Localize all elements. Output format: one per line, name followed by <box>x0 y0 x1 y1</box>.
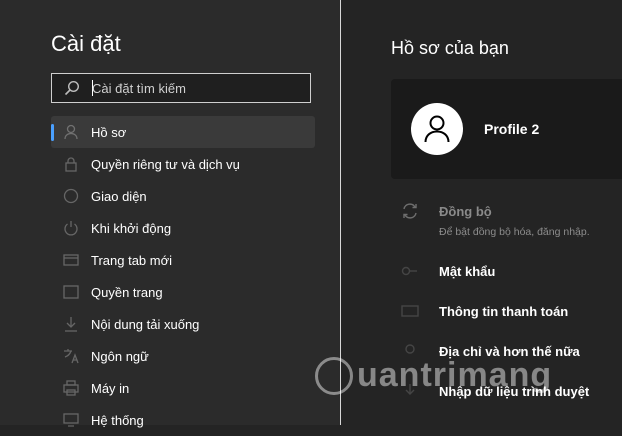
sync-row[interactable]: Đồng bộ Để bật đồng bộ hóa, đăng nhập. <box>391 202 622 242</box>
language-icon <box>64 349 79 364</box>
sidebar-item-new-tab[interactable]: Trang tab mới <box>51 244 315 276</box>
import-data-row[interactable]: Nhập dữ liệu trình duyệt <box>391 382 622 404</box>
key-icon <box>401 266 417 276</box>
sidebar-nav: Hồ sơ Quyền riêng tư và dịch vụ Giao diệ… <box>51 116 315 436</box>
profile-name: Profile 2 <box>484 121 540 137</box>
search-box[interactable] <box>51 73 311 103</box>
sidebar-item-label: Hồ sơ <box>91 124 127 140</box>
sidebar-item-profile[interactable]: Hồ sơ <box>51 116 315 148</box>
sidebar-item-printers[interactable]: Máy in <box>51 372 315 404</box>
printer-icon <box>63 380 79 396</box>
system-icon <box>63 413 79 427</box>
sidebar-item-startup[interactable]: Khi khởi động <box>51 212 315 244</box>
sidebar-item-site-permissions[interactable]: Quyền trang <box>51 276 315 308</box>
sync-label: Đồng bộ <box>439 204 492 219</box>
address-icon <box>405 344 415 354</box>
sidebar-item-system[interactable]: Hệ thống <box>51 404 315 436</box>
sidebar-item-label: Quyền riêng tư và dịch vụ <box>91 156 240 172</box>
new-tab-icon <box>63 254 79 266</box>
power-icon <box>64 221 78 236</box>
appearance-icon <box>63 188 79 204</box>
sidebar-item-privacy[interactable]: Quyền riêng tư và dịch vụ <box>51 148 315 180</box>
download-icon <box>65 317 77 332</box>
person-icon <box>424 115 450 143</box>
sidebar-item-label: Trang tab mới <box>91 252 173 268</box>
sync-subtitle: Để bật đồng bộ hóa, đăng nhập. <box>439 226 590 238</box>
sidebar-item-label: Quyền trang <box>91 284 163 300</box>
addresses-label: Địa chỉ và hơn thế nữa <box>439 344 580 359</box>
sidebar-item-languages[interactable]: Ngôn ngữ <box>51 340 315 372</box>
settings-sidebar: Cài đặt Hồ sơ Quyền riêng tư và dịch vụ … <box>0 0 340 428</box>
lock-icon <box>65 157 77 172</box>
card-icon <box>401 305 419 317</box>
site-permissions-icon <box>63 285 79 299</box>
profile-card[interactable]: Profile 2 <box>391 79 622 179</box>
passwords-row[interactable]: Mật khẩu <box>391 262 622 284</box>
payment-info-row[interactable]: Thông tin thanh toán <box>391 302 622 324</box>
page-title: Hồ sơ của bạn <box>391 38 509 58</box>
sidebar-item-label: Máy in <box>91 380 130 396</box>
import-data-label: Nhập dữ liệu trình duyệt <box>439 384 590 399</box>
passwords-label: Mật khẩu <box>439 264 496 279</box>
search-icon <box>64 80 80 96</box>
search-input[interactable] <box>92 78 302 98</box>
sidebar-item-label: Giao diện <box>91 188 147 204</box>
sidebar-item-downloads[interactable]: Nội dung tải xuống <box>51 308 315 340</box>
addresses-row[interactable]: Địa chỉ và hơn thế nữa <box>391 342 622 364</box>
sidebar-item-label: Khi khởi động <box>91 220 172 236</box>
profile-pane: Hồ sơ của bạn Profile 2 Đồng bộ Để bật đ… <box>341 0 622 425</box>
sidebar-item-label: Nội dung tải xuống <box>91 316 200 332</box>
avatar <box>411 103 463 155</box>
sidebar-item-label: Hệ thống <box>91 412 144 428</box>
sidebar-item-appearance[interactable]: Giao diện <box>51 180 315 212</box>
payment-info-label: Thông tin thanh toán <box>439 304 569 319</box>
import-icon <box>405 384 415 395</box>
sidebar-title: Cài đặt <box>51 31 121 56</box>
sidebar-item-label: Ngôn ngữ <box>91 348 149 364</box>
sync-icon <box>403 203 417 219</box>
person-icon <box>64 124 78 140</box>
